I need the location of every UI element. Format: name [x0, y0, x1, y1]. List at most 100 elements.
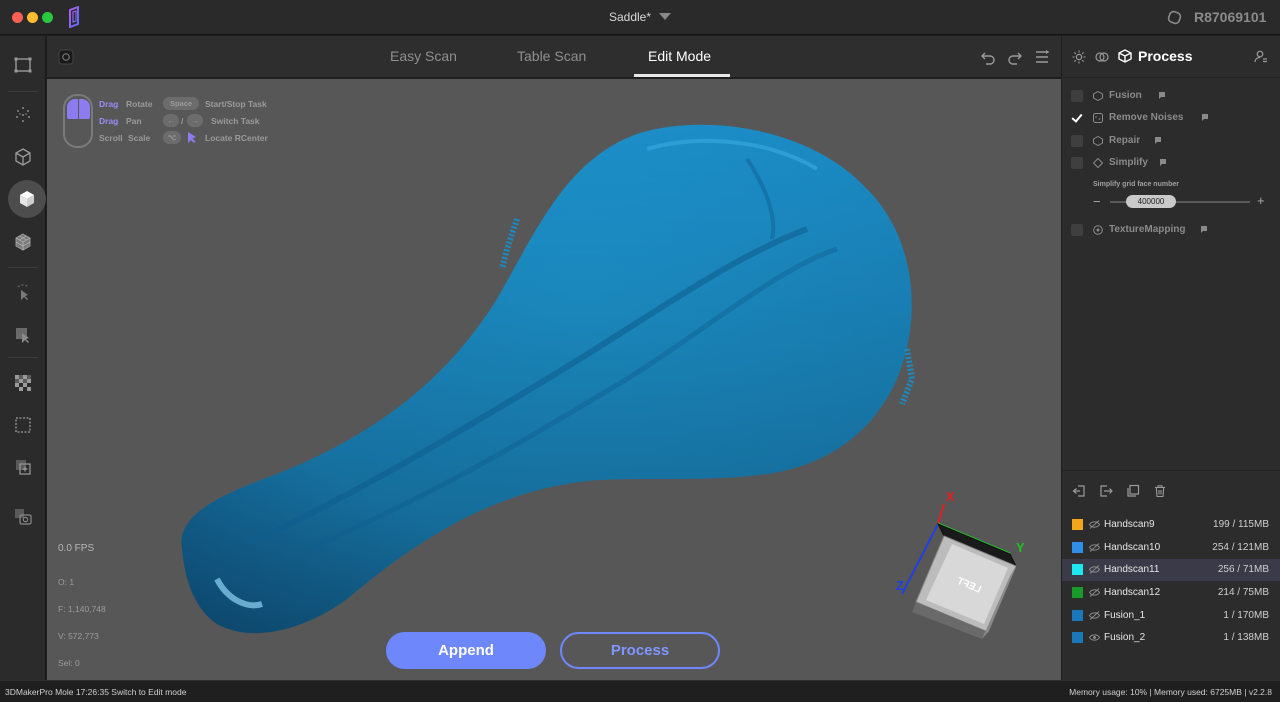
color-swatch[interactable] — [1072, 610, 1083, 621]
snapshot-icon[interactable] — [4, 498, 42, 536]
mouse-hint-icon — [63, 94, 93, 148]
add-layer-icon[interactable] — [4, 448, 42, 486]
process-panel: Process Fusion Remove Noises Repair Simp… — [1062, 36, 1280, 680]
document-title: Saddle* — [608, 10, 652, 24]
simplify-value-input[interactable]: 400000 — [1126, 195, 1176, 208]
memory-usage: Memory usage: 10% | Memory used: 6725MB … — [1069, 687, 1272, 697]
option-remove-noises[interactable]: Remove Noises — [1071, 110, 1271, 126]
panel-title: Process — [1138, 48, 1193, 64]
redo-icon[interactable] — [1006, 48, 1024, 66]
fps-counter: 0.0 FPS — [58, 543, 95, 554]
append-button[interactable]: Append — [386, 632, 546, 669]
hint-switch-task-label: Switch Task — [211, 116, 260, 126]
document-title-dropdown[interactable]: Saddle* — [0, 10, 1280, 24]
list-item[interactable]: Handscan9 199 / 115MB — [1062, 514, 1280, 536]
info-flag-icon[interactable] — [1160, 159, 1166, 166]
fusion-icon — [1093, 91, 1103, 101]
eye-hidden-icon[interactable] — [1089, 565, 1100, 574]
repair-checkbox[interactable] — [1071, 135, 1083, 147]
wireframe-cube-icon[interactable] — [4, 138, 42, 176]
info-flag-icon[interactable] — [1155, 137, 1161, 144]
hint-locate-label: Locate RCenter — [205, 133, 268, 143]
color-swatch[interactable] — [1072, 632, 1083, 643]
color-swatch[interactable] — [1072, 564, 1083, 575]
hint-rotate-label: Rotate — [126, 99, 153, 109]
color-swatch[interactable] — [1072, 587, 1083, 598]
noise-icon — [1093, 113, 1103, 123]
scan-size: 214 / 75MB — [1217, 587, 1269, 598]
orientation-cube[interactable]: LEFT X Y Z — [892, 484, 1032, 639]
duplicate-icon[interactable] — [1126, 484, 1140, 498]
list-item[interactable]: Fusion_2 1 / 138MB — [1062, 627, 1280, 649]
3d-viewport[interactable]: Drag Rotate Drag Pan Scroll Scale Space … — [47, 79, 1061, 680]
arrow-left-key-icon: ← — [163, 114, 179, 127]
process-panel-header: Process — [1062, 36, 1280, 78]
info-flag-icon[interactable] — [1202, 114, 1208, 121]
eye-hidden-icon[interactable] — [1089, 611, 1100, 620]
tab-table-scan[interactable]: Table Scan — [517, 48, 586, 64]
option-simplify[interactable]: Simplify — [1071, 155, 1271, 171]
scan-name: Handscan12 — [1104, 587, 1161, 598]
import-icon[interactable] — [1072, 484, 1086, 498]
hint-pan-label: Pan — [126, 116, 142, 126]
tab-easy-scan[interactable]: Easy Scan — [390, 48, 457, 64]
scan-size: 1 / 138MB — [1223, 632, 1269, 643]
list-item[interactable]: Handscan10 254 / 121MB — [1062, 537, 1280, 559]
user-settings-icon[interactable] — [1254, 49, 1268, 63]
list-item[interactable]: Handscan12 214 / 75MB — [1062, 582, 1280, 604]
hint-drag-label: Drag — [99, 116, 119, 126]
axis-x-label: X — [946, 489, 955, 504]
panel-divider — [1062, 470, 1280, 471]
scan-name: Fusion_1 — [1104, 610, 1146, 621]
title-bar: Saddle* R87069101 — [0, 0, 1280, 35]
pointer-box-icon[interactable] — [4, 316, 42, 354]
object-count: O: 1 — [58, 577, 75, 587]
remove-noises-checkbox[interactable] — [1071, 112, 1083, 124]
option-fusion[interactable]: Fusion — [1071, 88, 1271, 104]
option-key-icon: ⌥ — [163, 131, 181, 144]
eye-hidden-icon[interactable] — [1089, 543, 1100, 552]
info-flag-icon[interactable] — [1159, 92, 1165, 99]
decrease-button[interactable]: − — [1093, 194, 1101, 209]
scan-name: Fusion_2 — [1104, 632, 1146, 643]
point-cloud-icon[interactable] — [4, 96, 42, 134]
hint-start-stop-label: Start/Stop Task — [205, 99, 267, 109]
trash-icon[interactable] — [1153, 484, 1167, 498]
info-flag-icon[interactable] — [1201, 226, 1207, 233]
color-swatch[interactable] — [1072, 542, 1083, 553]
list-item[interactable]: Fusion_1 1 / 170MB — [1062, 605, 1280, 627]
menu-list-icon[interactable] — [1033, 48, 1051, 66]
pointer-tool-icon[interactable] — [4, 274, 42, 312]
solid-cube-icon[interactable] — [8, 180, 46, 218]
select-region-icon[interactable] — [4, 46, 42, 84]
merge-icon[interactable] — [1095, 50, 1109, 64]
cursor-arrow-icon — [188, 132, 196, 143]
fusion-checkbox[interactable] — [1071, 90, 1083, 102]
undo-icon[interactable] — [979, 48, 997, 66]
status-bar: 3DMakerPro Mole 17:26:35 Switch to Edit … — [0, 680, 1280, 702]
eye-hidden-icon[interactable] — [1089, 520, 1100, 529]
mesh-cube-icon[interactable] — [4, 223, 42, 261]
axis-y-label: Y — [1016, 540, 1025, 555]
option-repair[interactable]: Repair — [1071, 133, 1271, 149]
eye-hidden-icon[interactable] — [1089, 588, 1100, 597]
simplify-checkbox[interactable] — [1071, 157, 1083, 169]
scan-name: Handscan11 — [1104, 564, 1160, 575]
hint-drag-label: Drag — [99, 99, 119, 109]
texture-mapping-checkbox[interactable] — [1071, 224, 1083, 236]
eye-visible-icon[interactable] — [1089, 633, 1100, 642]
option-texture-mapping[interactable]: TextureMapping — [1071, 222, 1271, 238]
increase-button[interactable]: + — [1257, 193, 1265, 208]
process-button[interactable]: Process — [560, 632, 720, 669]
color-swatch[interactable] — [1072, 519, 1083, 530]
cube-icon[interactable] — [1118, 49, 1132, 63]
list-item-selected[interactable]: Handscan11 256 / 71MB — [1062, 559, 1280, 581]
sun-icon[interactable] — [1072, 50, 1086, 64]
export-icon[interactable] — [1099, 484, 1113, 498]
checker-texture-icon[interactable] — [4, 364, 42, 402]
scanner-status-icon[interactable] — [57, 48, 75, 66]
dashed-rect-icon[interactable] — [4, 406, 42, 444]
tab-edit-mode[interactable]: Edit Mode — [648, 48, 711, 64]
status-message: 3DMakerPro Mole 17:26:35 Switch to Edit … — [5, 687, 187, 697]
left-toolbar — [0, 36, 46, 680]
